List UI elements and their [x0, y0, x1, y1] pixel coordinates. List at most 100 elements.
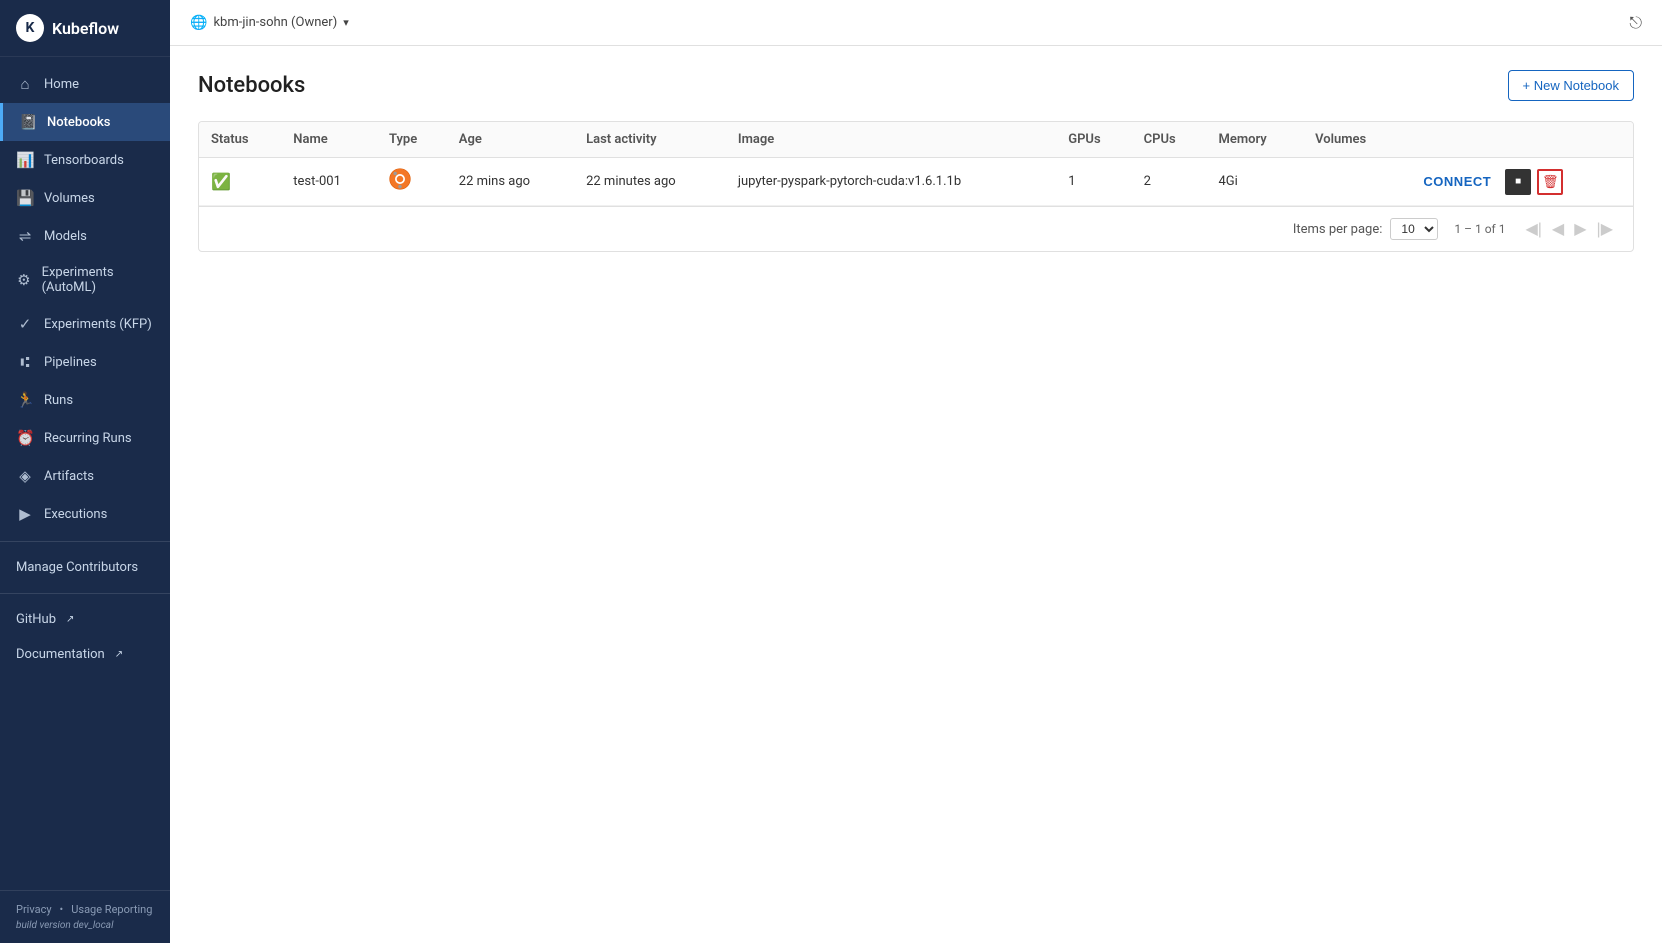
- cell-name: test-001: [281, 158, 377, 206]
- new-notebook-button[interactable]: + New Notebook: [1508, 70, 1634, 101]
- sidebar-divider-2: [0, 593, 170, 594]
- sidebar-footer: Privacy • Usage Reporting build version …: [0, 890, 170, 943]
- notebooks-table-container: Status Name Type Age Last activity Image…: [198, 121, 1634, 252]
- page-header: Notebooks + New Notebook: [198, 70, 1634, 101]
- sidebar-item-pipelines-label: Pipelines: [44, 355, 97, 370]
- runs-icon: 🏃: [16, 391, 34, 409]
- sidebar-item-artifacts[interactable]: ◈ Artifacts: [0, 457, 170, 495]
- sidebar-item-experiments-kfp[interactable]: ✓ Experiments (KFP): [0, 305, 170, 343]
- sidebar-item-models[interactable]: ⇌ Models: [0, 217, 170, 255]
- sidebar-item-tensorboards[interactable]: 📊 Tensorboards: [0, 141, 170, 179]
- exit-icon[interactable]: ⎋: [1629, 13, 1642, 33]
- col-actions: [1403, 122, 1633, 158]
- notebook-type-icon: [389, 174, 411, 195]
- col-volumes: Volumes: [1303, 122, 1403, 158]
- sidebar-item-github[interactable]: GitHub ↗: [0, 602, 170, 637]
- sidebar-item-volumes-label: Volumes: [44, 191, 95, 206]
- home-icon: ⌂: [16, 75, 34, 93]
- next-page-button[interactable]: ▶: [1570, 217, 1590, 241]
- col-name: Name: [281, 122, 377, 158]
- sidebar-item-documentation[interactable]: Documentation ↗: [0, 637, 170, 672]
- namespace-label: kbm-jin-sohn (Owner): [213, 15, 337, 30]
- volumes-icon: 💾: [16, 189, 34, 207]
- sidebar-item-artifacts-label: Artifacts: [44, 469, 94, 484]
- page-info: 1 – 1 of 1: [1454, 222, 1505, 236]
- sidebar-divider-1: [0, 541, 170, 542]
- logo-icon: K: [16, 14, 44, 42]
- documentation-label: Documentation: [16, 647, 105, 662]
- main-content: 🌐 kbm-jin-sohn (Owner) ▾ ⎋ Notebooks + N…: [170, 0, 1662, 943]
- github-label: GitHub: [16, 612, 56, 627]
- col-status: Status: [199, 122, 281, 158]
- cell-actions: CONNECT ■ 🗑: [1403, 158, 1633, 206]
- cell-age: 22 mins ago: [447, 158, 574, 206]
- dropdown-icon: ▾: [343, 16, 349, 29]
- top-bar: 🌐 kbm-jin-sohn (Owner) ▾ ⎋: [170, 0, 1662, 46]
- table-body: ✅ test-001: [199, 158, 1633, 206]
- sidebar-item-models-label: Models: [44, 229, 87, 244]
- cell-memory: 4Gi: [1207, 158, 1304, 206]
- per-page-select[interactable]: 10 25 50: [1390, 218, 1438, 240]
- col-cpus: CPUs: [1132, 122, 1207, 158]
- first-page-button[interactable]: ◀|: [1521, 217, 1545, 241]
- connect-button[interactable]: CONNECT: [1415, 170, 1499, 193]
- sidebar-item-notebooks[interactable]: 📓 Notebooks: [0, 103, 170, 141]
- page-title: Notebooks: [198, 73, 305, 98]
- external-link-icon: ↗: [66, 614, 74, 625]
- prev-page-button[interactable]: ◀: [1548, 217, 1568, 241]
- sidebar-item-experiments-automl-label: Experiments (AutoML): [42, 265, 154, 295]
- footer-dot: •: [60, 903, 64, 916]
- col-type: Type: [377, 122, 447, 158]
- col-age: Age: [447, 122, 574, 158]
- notebooks-icon: 📓: [19, 113, 37, 131]
- col-memory: Memory: [1207, 122, 1304, 158]
- experiments-kfp-icon: ✓: [16, 315, 34, 333]
- sidebar-item-tensorboards-label: Tensorboards: [44, 153, 124, 168]
- notebooks-table: Status Name Type Age Last activity Image…: [199, 122, 1633, 206]
- cell-type: [377, 158, 447, 206]
- delete-button[interactable]: 🗑: [1537, 169, 1563, 195]
- pipelines-icon: ⑆: [16, 353, 34, 371]
- cell-image: jupyter-pyspark-pytorch-cuda:v1.6.1.1b: [726, 158, 1056, 206]
- build-version: build version dev_local: [16, 920, 154, 931]
- external-link-icon-docs: ↗: [115, 649, 123, 660]
- tensorboards-icon: 📊: [16, 151, 34, 169]
- col-gpus: GPUs: [1056, 122, 1131, 158]
- action-cell: CONNECT ■ 🗑: [1415, 169, 1621, 195]
- sidebar-item-executions[interactable]: ▶ Executions: [0, 495, 170, 533]
- sidebar-nav: ⌂ Home 📓 Notebooks 📊 Tensorboards 💾 Volu…: [0, 57, 170, 890]
- cell-volumes: [1303, 158, 1403, 206]
- sidebar-item-runs-label: Runs: [44, 393, 73, 408]
- sidebar-item-recurring-runs[interactable]: ⏰ Recurring Runs: [0, 419, 170, 457]
- sidebar-item-recurring-runs-label: Recurring Runs: [44, 431, 132, 446]
- artifacts-icon: ◈: [16, 467, 34, 485]
- manage-contributors-label: Manage Contributors: [16, 560, 138, 575]
- privacy-link[interactable]: Privacy: [16, 903, 52, 916]
- recurring-runs-icon: ⏰: [16, 429, 34, 447]
- usage-reporting-link[interactable]: Usage Reporting: [71, 903, 152, 916]
- cell-last-activity: 22 minutes ago: [574, 158, 726, 206]
- sidebar-item-home[interactable]: ⌂ Home: [0, 65, 170, 103]
- sidebar-item-runs[interactable]: 🏃 Runs: [0, 381, 170, 419]
- table-row: ✅ test-001: [199, 158, 1633, 206]
- sidebar-item-pipelines[interactable]: ⑆ Pipelines: [0, 343, 170, 381]
- items-per-page-label: Items per page:: [1293, 222, 1383, 237]
- col-last-activity: Last activity: [574, 122, 726, 158]
- cell-cpus: 2: [1132, 158, 1207, 206]
- namespace-icon: 🌐: [190, 15, 207, 31]
- last-page-button[interactable]: |▶: [1593, 217, 1617, 241]
- sidebar-item-manage-contributors[interactable]: Manage Contributors: [0, 550, 170, 585]
- app-logo: K Kubeflow: [0, 0, 170, 57]
- cell-status: ✅: [199, 158, 281, 206]
- sidebar-item-volumes[interactable]: 💾 Volumes: [0, 179, 170, 217]
- sidebar-item-experiments-automl[interactable]: ⚙ Experiments (AutoML): [0, 255, 170, 305]
- models-icon: ⇌: [16, 227, 34, 245]
- status-running-icon: ✅: [211, 172, 231, 191]
- content-area: Notebooks + New Notebook Status Name Typ…: [170, 46, 1662, 943]
- stop-button[interactable]: ■: [1505, 169, 1531, 195]
- namespace-selector[interactable]: 🌐 kbm-jin-sohn (Owner) ▾: [190, 15, 349, 31]
- items-per-page: Items per page: 10 25 50: [1293, 218, 1439, 240]
- sidebar: K Kubeflow ⌂ Home 📓 Notebooks 📊 Tensorbo…: [0, 0, 170, 943]
- experiments-automl-icon: ⚙: [16, 271, 32, 289]
- executions-icon: ▶: [16, 505, 34, 523]
